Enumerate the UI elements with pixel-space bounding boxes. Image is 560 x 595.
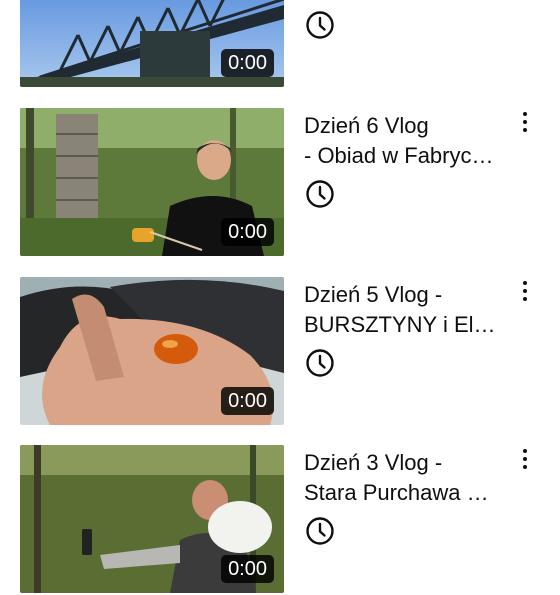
- more-vert-icon[interactable]: [515, 110, 535, 134]
- video-thumbnail[interactable]: 0:00: [20, 277, 284, 425]
- video-duration: 0:00: [221, 49, 274, 77]
- video-thumbnail[interactable]: 0:00: [20, 0, 284, 87]
- video-duration: 0:00: [221, 555, 274, 583]
- clock-icon[interactable]: [304, 515, 336, 547]
- video-item-dzien-6[interactable]: 0:00 Dzień 6 Vlog - Obiad w Fabryc…: [0, 108, 560, 258]
- video-item-bridge[interactable]: 0:00: [0, 0, 560, 89]
- video-thumbnail[interactable]: 0:00: [20, 445, 284, 593]
- video-title[interactable]: Dzień 5 Vlog - BURSZTYNY i El…: [304, 280, 516, 342]
- clock-icon[interactable]: [304, 347, 336, 379]
- clock-icon[interactable]: [304, 178, 336, 210]
- video-thumbnail[interactable]: 0:00: [20, 108, 284, 256]
- more-vert-icon[interactable]: [515, 279, 535, 303]
- video-duration: 0:00: [221, 387, 274, 415]
- more-vert-icon[interactable]: [515, 447, 535, 471]
- video-item-dzien-5[interactable]: 0:00 Dzień 5 Vlog - BURSZTYNY i El…: [0, 277, 560, 427]
- video-title[interactable]: Dzień 3 Vlog - Stara Purchawa …: [304, 448, 516, 510]
- video-item-dzien-3[interactable]: 0:00 Dzień 3 Vlog - Stara Purchawa …: [0, 445, 560, 595]
- clock-icon[interactable]: [304, 9, 336, 41]
- video-title[interactable]: Dzień 6 Vlog - Obiad w Fabryc…: [304, 111, 516, 173]
- video-duration: 0:00: [221, 218, 274, 246]
